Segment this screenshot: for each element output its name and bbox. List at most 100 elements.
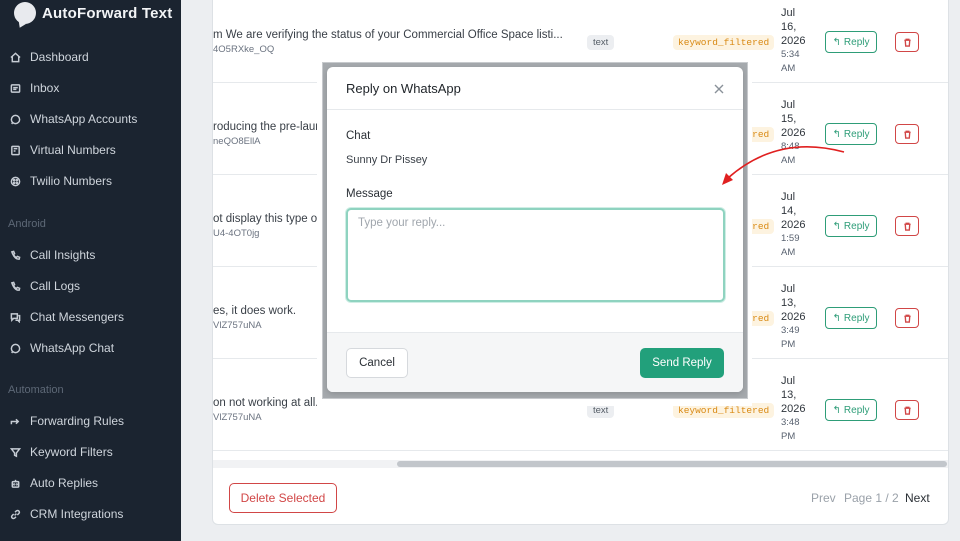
next-page-button[interactable]: Next xyxy=(905,491,930,505)
chat-label: Chat xyxy=(346,130,371,142)
message-id: U4-4OT0jg xyxy=(213,228,260,239)
date-cell: Jul 16, 2026 5:34 AM xyxy=(781,6,805,76)
reply-button[interactable]: ↰ Reply xyxy=(825,307,877,329)
date-month: Jul xyxy=(781,99,796,111)
time-value: 1:59 xyxy=(781,233,800,244)
sidebar-item-label: Virtual Numbers xyxy=(30,143,116,157)
sidebar-item-crm-integrations[interactable]: CRM Integrations xyxy=(8,502,176,526)
sidebar-item-call-insights[interactable]: Call Insights xyxy=(8,243,176,267)
reply-label: Reply xyxy=(843,36,870,48)
modal-footer: Cancel Send Reply xyxy=(327,332,743,392)
sidebar-item-label: WhatsApp Accounts xyxy=(30,112,138,126)
sidebar-item-inbox[interactable]: Inbox xyxy=(8,76,176,100)
close-icon[interactable] xyxy=(713,82,727,96)
sidebar-item-label: CRM Integrations xyxy=(30,507,124,521)
sidebar-item-keyword-filters[interactable]: Keyword Filters xyxy=(8,440,176,464)
time-period: PM xyxy=(781,431,796,442)
message-text: es, it does work. xyxy=(213,305,297,317)
sidebar-item-label: Keyword Filters xyxy=(30,445,113,459)
trash-icon xyxy=(903,222,911,231)
reply-icon: ↰ xyxy=(832,220,841,232)
sidebar-item-chat-messengers[interactable]: Chat Messengers xyxy=(8,305,176,329)
time-period: AM xyxy=(781,63,796,74)
message-label: Message xyxy=(346,188,393,200)
status-badge: keyword_filtered xyxy=(673,35,775,50)
trash-icon xyxy=(903,314,911,323)
date-year: 2026 xyxy=(781,403,806,415)
date-month: Jul xyxy=(781,375,796,387)
trash-icon xyxy=(903,38,911,47)
sidebar-item-virtual-numbers[interactable]: Virtual Numbers xyxy=(8,138,176,162)
scrollbar-thumb[interactable] xyxy=(397,461,947,467)
message-text: roducing the pre-laun xyxy=(213,121,322,133)
chat-icon xyxy=(8,310,22,324)
type-badge: text xyxy=(587,35,615,50)
reply-textarea[interactable] xyxy=(346,208,725,302)
section-automation: Automation xyxy=(8,384,64,396)
delete-button[interactable] xyxy=(895,308,919,328)
sidebar-item-whatsapp-accounts[interactable]: WhatsApp Accounts xyxy=(8,107,176,131)
delete-button[interactable] xyxy=(895,124,919,144)
sidebar-item-label: Inbox xyxy=(30,81,60,95)
sidebar-item-auto-replies[interactable]: Auto Replies xyxy=(8,471,176,495)
date-day: 14, xyxy=(781,205,797,217)
date-day: 15, xyxy=(781,113,797,125)
message-id: VlZ757uNA xyxy=(213,412,262,423)
reply-icon: ↰ xyxy=(832,404,841,416)
link-icon xyxy=(8,507,22,521)
annotation-arrow-icon xyxy=(722,146,845,185)
reply-label: Reply xyxy=(843,312,870,324)
date-month: Jul xyxy=(781,7,796,19)
phone-icon xyxy=(8,279,22,293)
date-day: 16, xyxy=(781,21,797,33)
reply-icon: ↰ xyxy=(832,36,841,48)
reply-label: Reply xyxy=(843,220,870,232)
date-day: 13, xyxy=(781,297,797,309)
cancel-button[interactable]: Cancel xyxy=(346,348,408,378)
reply-modal: Reply on WhatsApp Chat Sunny Dr Pissey M… xyxy=(327,67,743,392)
date-month: Jul xyxy=(781,191,796,203)
send-reply-button[interactable]: Send Reply xyxy=(640,348,724,378)
brand-name: AutoForward Text xyxy=(42,4,173,22)
trash-icon xyxy=(903,406,911,415)
modal-header: Reply on WhatsApp xyxy=(327,67,743,110)
reply-label: Reply xyxy=(843,404,870,416)
brand[interactable]: AutoForward Text xyxy=(14,2,172,24)
sidebar-item-label: Dashboard xyxy=(30,50,89,64)
time-value: 3:49 xyxy=(781,325,800,336)
reply-button[interactable]: ↰ Reply xyxy=(825,31,877,53)
whatsapp-icon xyxy=(8,112,22,126)
sidebar-item-label: Chat Messengers xyxy=(30,310,125,324)
delete-selected-button[interactable]: Delete Selected xyxy=(229,483,337,513)
date-month: Jul xyxy=(781,283,796,295)
sidebar-item-call-logs[interactable]: Call Logs xyxy=(8,274,176,298)
sidebar-item-whatsapp-chat[interactable]: WhatsApp Chat xyxy=(8,336,176,360)
message-id: neQO8EllA xyxy=(213,136,261,147)
sidebar-item-label: Forwarding Rules xyxy=(30,414,125,428)
reply-button[interactable]: ↰ Reply xyxy=(825,399,877,421)
sidebar-item-label: Auto Replies xyxy=(30,476,99,490)
sidebar-item-forwarding-rules[interactable]: Forwarding Rules xyxy=(8,409,176,433)
date-year: 2026 xyxy=(781,311,806,323)
logo-icon xyxy=(14,2,36,24)
delete-button[interactable] xyxy=(895,400,919,420)
chat-value: Sunny Dr Pissey xyxy=(346,154,428,166)
home-icon xyxy=(8,50,22,64)
modal-title: Reply on WhatsApp xyxy=(346,81,461,96)
inbox-icon xyxy=(8,81,22,95)
sidebar-item-twilio-numbers[interactable]: Twilio Numbers xyxy=(8,169,176,193)
date-day: 13, xyxy=(781,389,797,401)
date-year: 2026 xyxy=(781,35,806,47)
sidebar-item-label: Twilio Numbers xyxy=(30,174,113,188)
filter-icon xyxy=(8,445,22,459)
robot-icon xyxy=(8,476,22,490)
sidebar-item-label: WhatsApp Chat xyxy=(30,341,115,355)
phone-number-icon xyxy=(8,143,22,157)
prev-page-button[interactable]: Prev xyxy=(811,491,836,505)
sidebar-item-dashboard[interactable]: Dashboard xyxy=(8,45,176,69)
delete-button[interactable] xyxy=(895,32,919,52)
date-cell: Jul 14, 2026 1:59 AM xyxy=(781,190,805,260)
trash-icon xyxy=(903,130,911,139)
delete-button[interactable] xyxy=(895,216,919,236)
reply-button[interactable]: ↰ Reply xyxy=(825,215,877,237)
